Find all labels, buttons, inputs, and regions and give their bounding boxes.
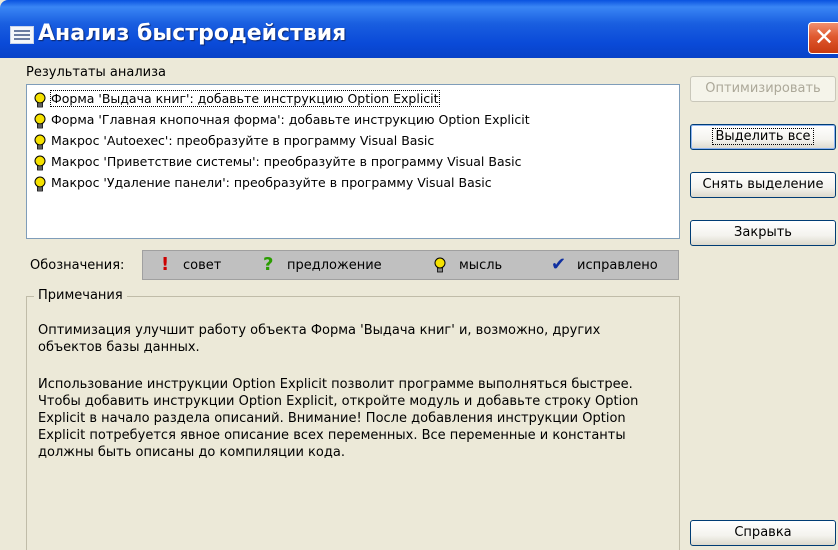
list-item-text: Макрос 'Autoexec': преобразуйте в програ… xyxy=(51,133,435,148)
fixed-check-icon: ✔ xyxy=(551,254,567,275)
list-item-text: Макрос 'Удаление панели': преобразуйте в… xyxy=(51,175,492,190)
legend-recommendation: совет xyxy=(183,258,222,273)
notes-paragraph: Оптимизация улучшит работу объекта Форма… xyxy=(38,323,601,355)
idea-bulb-icon xyxy=(34,134,46,150)
results-list[interactable]: Форма 'Выдача книг': добавьте инструкцию… xyxy=(26,84,680,239)
form-window-icon xyxy=(10,26,34,44)
close-window-button[interactable]: ✕ xyxy=(808,22,838,54)
analyzer-window: Анализ быстродействия ✕ Результаты анали… xyxy=(0,0,838,550)
legend-suggestion: предложение xyxy=(287,258,382,273)
idea-bulb-icon xyxy=(34,155,46,171)
recommendation-icon: ! xyxy=(161,254,170,275)
window-title: Анализ быстродействия xyxy=(38,21,347,46)
deselect-button-label: Снять выделение xyxy=(702,177,824,192)
select-all-button-label: Выделить все xyxy=(712,128,814,145)
suggestion-icon: ? xyxy=(263,254,274,275)
list-item-text: Форма 'Главная кнопочная форма': добавьт… xyxy=(51,112,530,127)
legend-bar: ! совет ? предложение мысль ✔ исправлено xyxy=(142,250,679,280)
title-bar[interactable]: Анализ быстродействия ✕ xyxy=(0,0,838,58)
optimize-button-label: Оптимизировать xyxy=(705,81,821,96)
deselect-button[interactable]: Снять выделение xyxy=(690,172,836,198)
results-label: Результаты анализа xyxy=(26,65,166,80)
optimize-button[interactable]: Оптимизировать xyxy=(690,76,836,102)
list-item-text: Форма 'Выдача книг': добавьте инструкцию… xyxy=(50,90,440,107)
list-item-text: Макрос 'Приветствие системы': преобразуй… xyxy=(51,154,522,169)
close-button-label: Закрыть xyxy=(734,225,792,240)
legend-fixed: исправлено xyxy=(577,258,658,273)
idea-bulb-icon xyxy=(34,176,46,192)
legend-label: Обозначения: xyxy=(30,258,125,273)
help-button-label: Справка xyxy=(734,525,792,540)
idea-bulb-icon xyxy=(434,257,446,273)
close-button[interactable]: Закрыть xyxy=(690,220,836,246)
select-all-button[interactable]: Выделить все xyxy=(690,124,836,150)
idea-bulb-icon xyxy=(34,113,46,129)
help-button[interactable]: Справка xyxy=(690,520,836,546)
notes-paragraph: Использование инструкции Option Explicit… xyxy=(38,377,639,460)
idea-bulb-icon xyxy=(34,92,46,108)
notes-label: Примечания xyxy=(34,288,127,303)
legend-idea: мысль xyxy=(459,258,503,273)
